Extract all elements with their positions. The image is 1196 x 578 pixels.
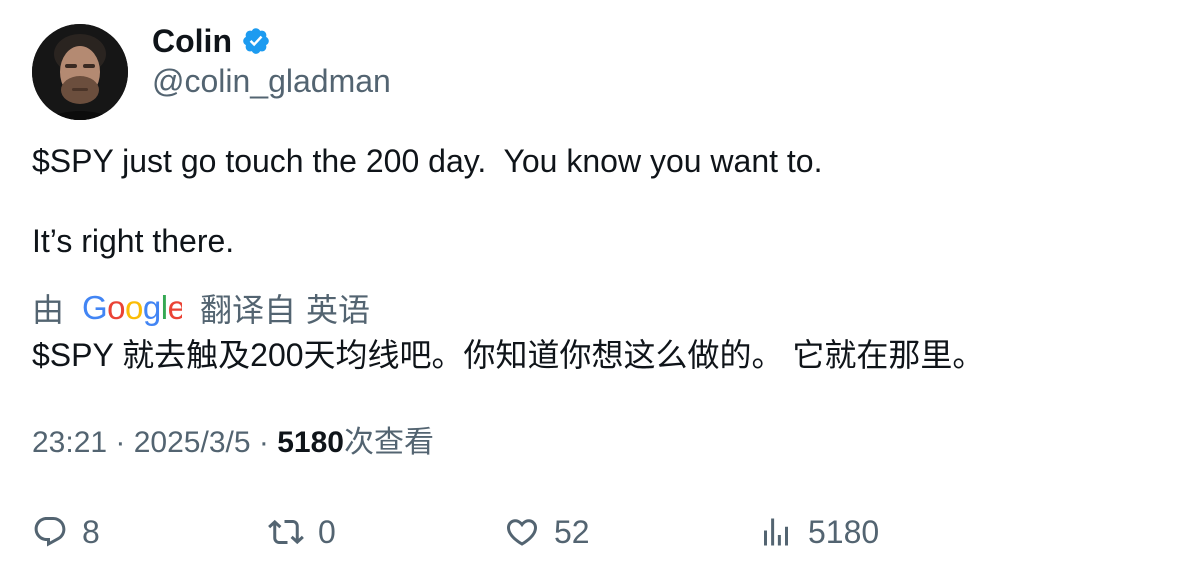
heart-icon — [506, 519, 538, 546]
retweet-icon — [268, 519, 304, 545]
author-name[interactable]: Colin — [152, 20, 232, 62]
like-count: 52 — [554, 513, 590, 550]
meta-separator: · — [107, 426, 134, 459]
views-label: 次查看 — [343, 426, 434, 459]
retweet-button[interactable]: 0 — [268, 510, 336, 554]
avatar[interactable] — [32, 24, 128, 120]
meta-separator: · — [250, 426, 278, 459]
source-language: 英语 — [306, 292, 371, 328]
views-count: 5180 — [277, 426, 344, 459]
svg-text:Google: Google — [82, 290, 182, 326]
translated-text: $SPY 就去触及200天均线吧。你知道你想这么做的。 它就在那里。 — [32, 337, 985, 373]
translated-from-label: 翻译自 — [200, 292, 297, 328]
google-logo-icon: Google — [82, 290, 182, 326]
author-name-row: Colin — [152, 20, 271, 62]
author-handle[interactable]: @colin_gladman — [152, 60, 391, 102]
tweet-meta: 23:21 · 2025/3/5 · 5180次查看 — [32, 423, 434, 463]
avatar-photo — [32, 24, 128, 120]
reply-icon — [34, 517, 66, 547]
views-action-count: 5180 — [808, 513, 880, 550]
views-button[interactable]: 5180 — [758, 510, 879, 554]
translated-by-label: 由 — [32, 292, 65, 328]
tweet-card: Colin @colin_gladman $SPY just go touch … — [0, 0, 1196, 578]
reply-button[interactable]: 8 — [32, 510, 100, 554]
reply-count: 8 — [82, 513, 100, 550]
tweet-text-line-1: $SPY just go touch the 200 day. You know… — [32, 143, 823, 179]
analytics-icon — [764, 518, 788, 546]
tweet-date[interactable]: 2025/3/5 — [134, 426, 251, 459]
retweet-count: 0 — [318, 513, 336, 550]
action-bar: 8 0 52 5180 — [0, 510, 1196, 554]
translation-attribution: 由 Google 翻译自 英语 — [32, 286, 370, 330]
verified-badge-icon — [243, 28, 269, 54]
tweet-text-line-2: It’s right there. — [32, 223, 235, 259]
tweet-time[interactable]: 23:21 — [32, 426, 107, 459]
like-button[interactable]: 52 — [504, 510, 590, 554]
